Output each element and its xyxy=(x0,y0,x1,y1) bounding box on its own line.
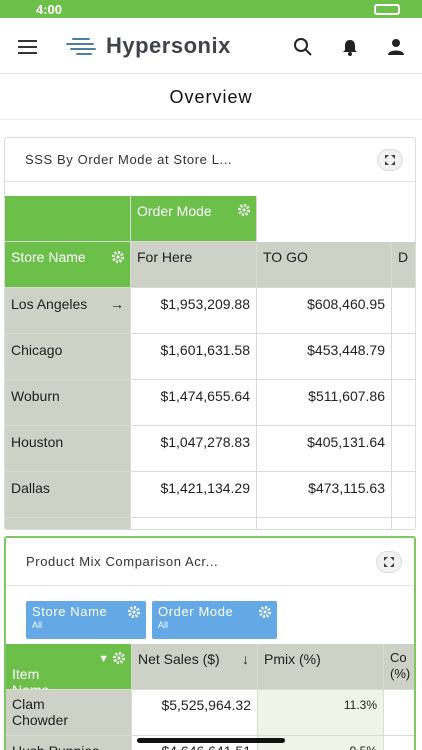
store-name: Woburn xyxy=(5,380,131,426)
for-here-value: $1,421,134.29 xyxy=(131,472,257,518)
table-row[interactable]: Clam Chowder $5,525,964.32 11.3% xyxy=(6,690,414,736)
gear-icon[interactable] xyxy=(128,606,140,618)
filter-chip-order-mode[interactable]: Order Mode All xyxy=(152,601,277,639)
widget-header: SSS By Order Mode at Store L... xyxy=(5,138,415,182)
filter-label: Store Name xyxy=(32,604,108,619)
pmix-value: 11.3% xyxy=(258,690,384,736)
search-icon[interactable] xyxy=(292,36,314,58)
item-name: Hush Puppies xyxy=(6,736,132,750)
to-go-value: $405,131.64 xyxy=(257,426,392,472)
to-go-value: $608,460.95 xyxy=(257,288,392,334)
widget-header: Product Mix Comparison Acr... xyxy=(6,538,414,586)
row-header-label: Store Name xyxy=(11,249,86,265)
column-group-label: Order Mode xyxy=(137,203,212,219)
expand-icon xyxy=(385,155,395,165)
to-go-value: $473,115.63 xyxy=(257,472,392,518)
table-row[interactable]: Los Angeles → $1,953,209.88 $608,460.95 xyxy=(5,288,415,334)
row-header-store-name[interactable]: Store Name xyxy=(5,242,131,288)
gear-icon[interactable] xyxy=(238,204,250,216)
store-name: Dallas xyxy=(5,472,131,518)
for-here-value: $1,601,631.58 xyxy=(131,334,257,380)
column-header-label: Net Sales ($) xyxy=(138,651,220,667)
column-header[interactable]: D xyxy=(392,242,415,288)
menu-icon[interactable] xyxy=(18,40,37,54)
to-go-value: $511,607.86 xyxy=(257,380,392,426)
store-name: Houston xyxy=(5,426,131,472)
column-header[interactable]: TO GO xyxy=(257,242,392,288)
net-sales-value: $5,525,964.32 xyxy=(132,690,258,736)
product-mix-table: Item Name ▼ Net Sales ($) ↓ Pmix (%) Co … xyxy=(6,644,414,750)
store-name: Chicago xyxy=(5,334,131,380)
filter-value: All xyxy=(32,620,43,630)
column-header[interactable]: For Here xyxy=(131,242,257,288)
bell-icon[interactable] xyxy=(339,36,361,58)
sss-widget-card: SSS By Order Mode at Store L... Order Mo… xyxy=(4,137,416,530)
expand-button[interactable] xyxy=(376,551,402,573)
filter-label: Order Mode xyxy=(158,604,234,619)
expand-icon xyxy=(384,557,394,567)
app-logo: Hypersonix xyxy=(64,32,231,60)
status-time: 4:00 xyxy=(36,2,63,17)
filter-icon[interactable]: ▼ xyxy=(98,651,109,667)
for-here-value: $1,047,278.83 xyxy=(131,426,257,472)
battery-icon xyxy=(374,4,400,15)
gear-icon[interactable] xyxy=(112,251,124,263)
corner-cell xyxy=(5,196,131,242)
filter-value: All xyxy=(158,620,169,630)
home-indicator xyxy=(137,738,285,743)
gear-icon[interactable] xyxy=(113,652,125,664)
store-name: Los Angeles xyxy=(11,296,88,312)
filter-chip-store-name[interactable]: Store Name All xyxy=(26,601,146,639)
table-row[interactable]: Chicago $1,601,631.58 $453,448.79 xyxy=(5,334,415,380)
item-name: Clam Chowder xyxy=(6,690,132,736)
expand-button[interactable] xyxy=(377,149,403,171)
arrow-right-icon[interactable]: → xyxy=(110,288,124,327)
status-bar: 4:00 xyxy=(0,0,422,18)
column-header-net-sales[interactable]: Net Sales ($) ↓ xyxy=(132,644,258,690)
top-app-bar: Hypersonix xyxy=(0,18,422,74)
gear-icon[interactable] xyxy=(259,606,271,618)
to-go-value: $453,448.79 xyxy=(257,334,392,380)
widget-title: SSS By Order Mode at Store L... xyxy=(25,152,233,167)
column-group-header[interactable]: Order Mode xyxy=(131,196,257,242)
empty-header-cell xyxy=(257,196,415,242)
sort-down-icon[interactable]: ↓ xyxy=(242,644,249,674)
page-title: Overview xyxy=(0,74,422,120)
column-header-item-name[interactable]: Item Name ▼ xyxy=(6,644,132,690)
logo-mark-icon xyxy=(64,36,98,56)
app-name: Hypersonix xyxy=(106,33,231,58)
table-row[interactable]: Houston $1,047,278.83 $405,131.64 xyxy=(5,426,415,472)
table-row[interactable]: Woburn $1,474,655.64 $511,607.86 xyxy=(5,380,415,426)
widget-title: Product Mix Comparison Acr... xyxy=(26,554,219,569)
user-icon[interactable] xyxy=(385,36,407,58)
table-row[interactable]: Dallas $1,421,134.29 $473,115.63 xyxy=(5,472,415,518)
pivot-table: Order Mode Store Name For Here TO GO D L… xyxy=(5,196,415,529)
column-header-label: Item Name xyxy=(12,666,50,690)
column-header-pmix[interactable]: Pmix (%) xyxy=(258,644,384,690)
column-header-extra[interactable]: Co (%) xyxy=(384,644,414,690)
for-here-value: $1,953,209.88 xyxy=(131,288,257,334)
for-here-value: $1,474,655.64 xyxy=(131,380,257,426)
product-mix-widget-card: Product Mix Comparison Acr... Store Name… xyxy=(4,536,416,750)
